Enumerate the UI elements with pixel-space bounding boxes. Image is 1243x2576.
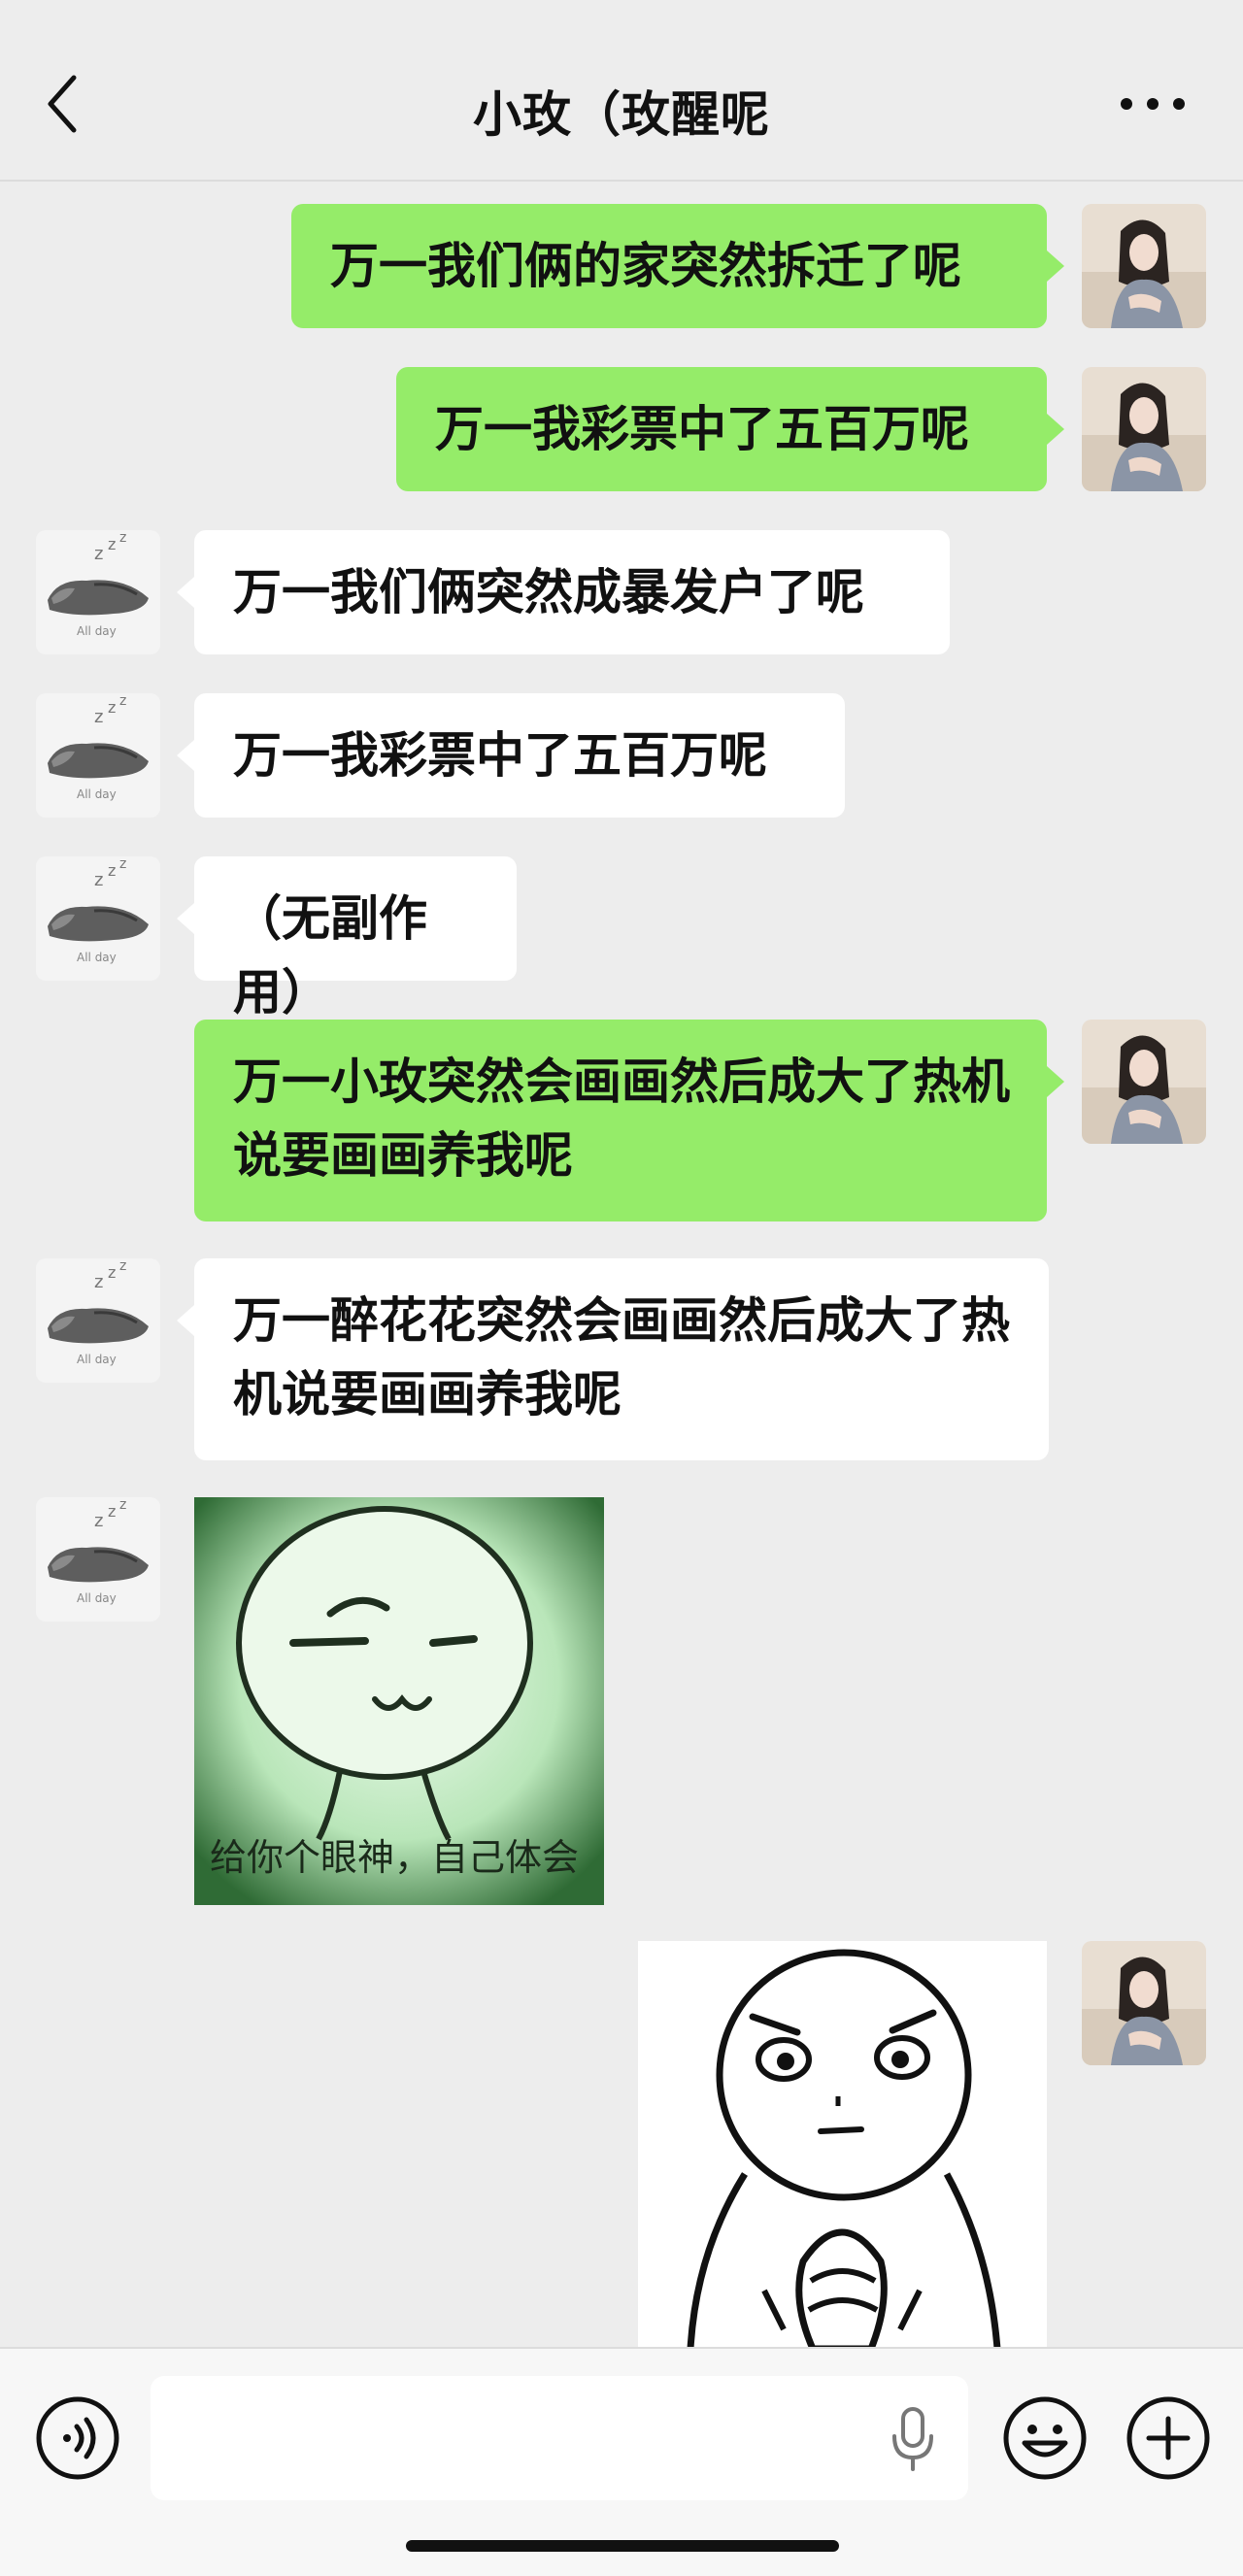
contact-avatar[interactable] xyxy=(36,693,160,818)
sticker-serious-face-icon xyxy=(687,1949,1001,2347)
home-indicator[interactable] xyxy=(406,2540,839,2552)
contact-avatar[interactable] xyxy=(36,1258,160,1383)
contact-avatar[interactable] xyxy=(36,530,160,654)
outgoing-message-bubble[interactable]: 万一我彩票中了五百万呢 xyxy=(396,367,1064,491)
incoming-message-bubble[interactable]: 万一醉花花突然会画画然后成大了热机说要画画养我呢 xyxy=(177,1258,1049,1460)
message-text: 万一我彩票中了五百万呢 xyxy=(435,401,969,457)
message-list[interactable]: 万一我们俩的家突然拆迁了呢 万一我彩票中了五百万呢 万一我们俩突然成暴发户了呢 … xyxy=(0,182,1243,2347)
contact-avatar[interactable] xyxy=(36,856,160,981)
emoji-icon[interactable] xyxy=(1001,2394,1089,2482)
message-text: 万一我彩票中了五百万呢 xyxy=(233,727,767,784)
plus-icon[interactable] xyxy=(1125,2394,1212,2482)
self-avatar[interactable] xyxy=(1082,1020,1206,1144)
chat-header: 小玫（玫醒呢 xyxy=(0,0,1243,182)
sticker-side-eye[interactable]: 给你个眼神，自己体会 xyxy=(194,1497,604,1905)
more-dots-icon[interactable] xyxy=(1119,89,1187,118)
message-text: 万一我们俩的家突然拆迁了呢 xyxy=(330,238,961,294)
sticker-serious-face[interactable] xyxy=(638,1941,1047,2347)
incoming-message-bubble[interactable]: （无副作用） xyxy=(177,856,517,1020)
outgoing-message-bubble[interactable]: 万一我们俩的家突然拆迁了呢 xyxy=(291,204,1064,328)
message-text: 万一醉花花突然会画画然后成大了热机说要画画养我呢 xyxy=(233,1292,1010,1422)
incoming-message-bubble[interactable]: 万一我彩票中了五百万呢 xyxy=(177,693,845,818)
message-input[interactable] xyxy=(151,2376,968,2500)
voice-mode-icon[interactable] xyxy=(34,2394,121,2482)
sticker-caption: 给你个眼神，自己体会 xyxy=(210,1836,580,1879)
chat-title: 小玫（玫醒呢 xyxy=(473,86,770,143)
microphone-icon[interactable] xyxy=(889,2405,937,2473)
message-text: 万一我们俩突然成暴发户了呢 xyxy=(233,564,864,620)
outgoing-message-bubble[interactable]: 万一小玫突然会画画然后成大了热机说要画画养我呢 xyxy=(194,1020,1064,1221)
self-avatar[interactable] xyxy=(1082,204,1206,328)
self-avatar[interactable] xyxy=(1082,1941,1206,2065)
incoming-message-bubble[interactable]: 万一我们俩突然成暴发户了呢 xyxy=(177,530,950,654)
message-text: （无副作用） xyxy=(233,890,427,1020)
contact-avatar[interactable] xyxy=(36,1497,160,1622)
message-text: 万一小玫突然会画画然后成大了热机说要画画养我呢 xyxy=(233,1054,1010,1184)
self-avatar[interactable] xyxy=(1082,367,1206,491)
